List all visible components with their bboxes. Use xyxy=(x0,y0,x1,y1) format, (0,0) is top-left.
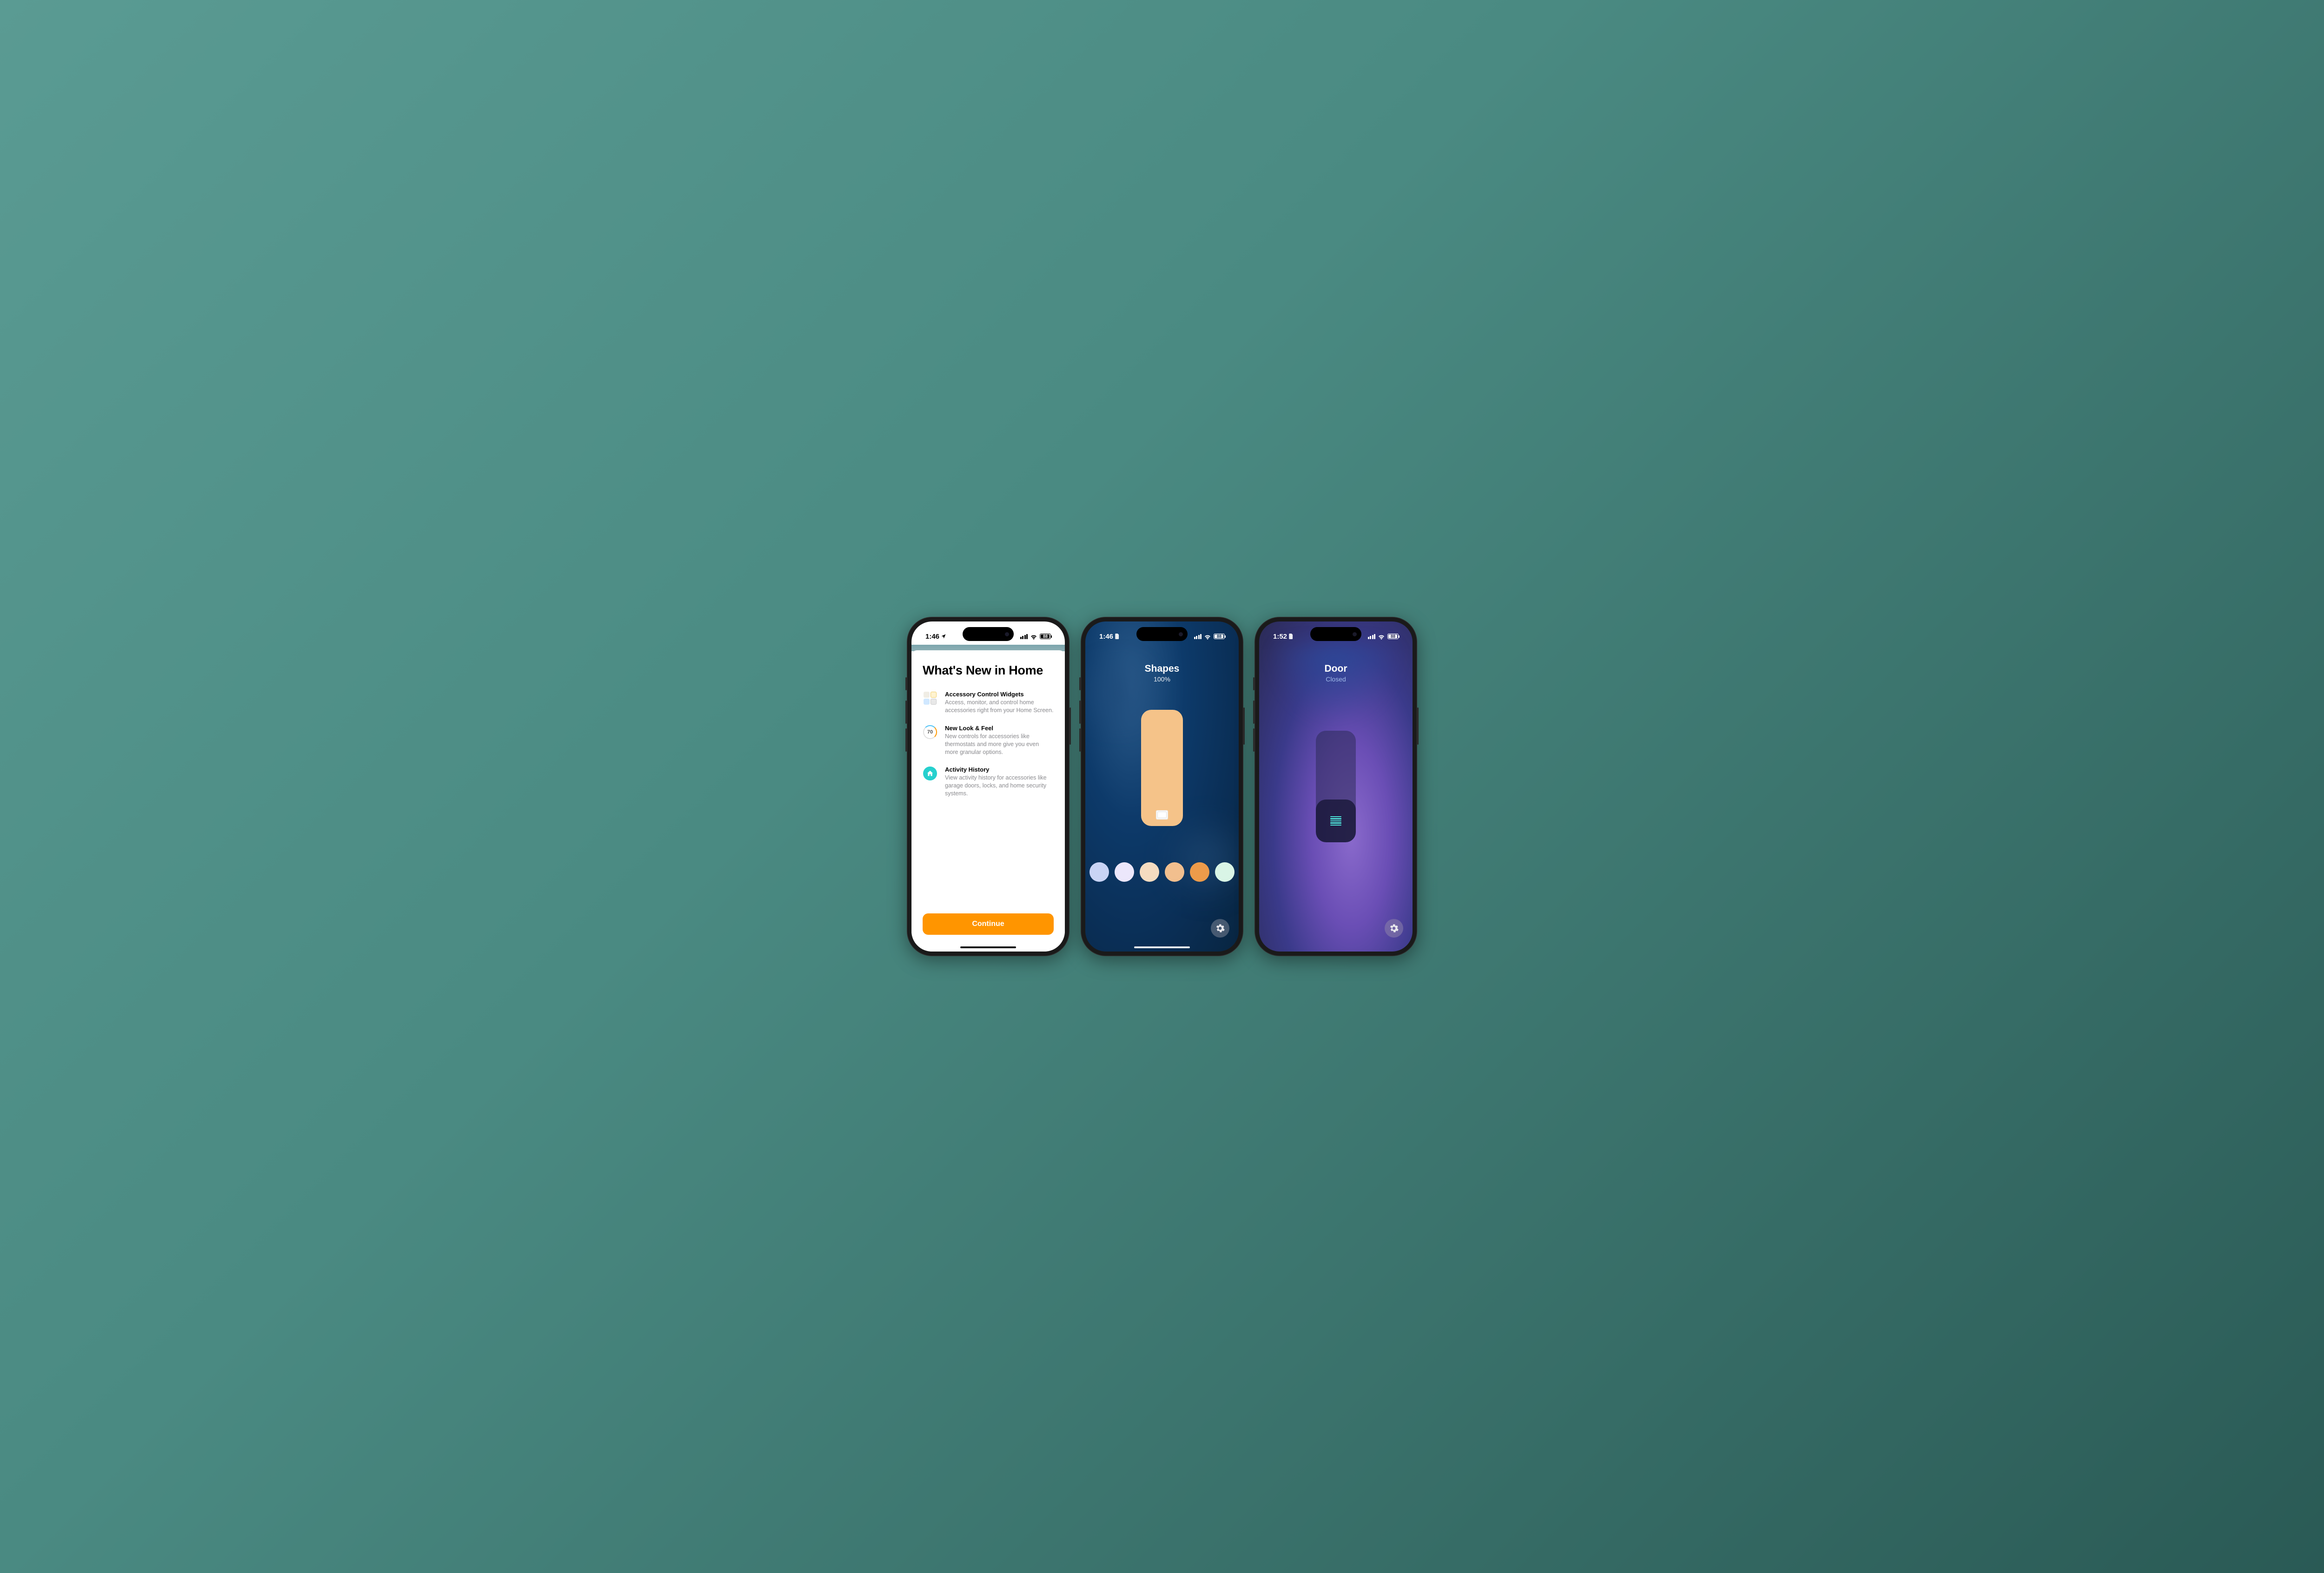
phone-whats-new: 1:46 88 What's New in Home Access xyxy=(907,617,1070,956)
accessory-name: Door xyxy=(1259,663,1413,674)
home-activity-icon xyxy=(923,767,937,780)
brightness-slider[interactable] xyxy=(1141,710,1183,826)
feature-desc: New controls for accessories like thermo… xyxy=(945,733,1054,756)
status-time: 1:46 xyxy=(925,633,939,641)
thermostat-icon: 70 xyxy=(923,725,937,739)
accessory-header: Shapes 100% xyxy=(1085,663,1239,683)
phone-door-control: 1:52 88 Door Closed xyxy=(1254,617,1417,956)
status-time: 1:46 xyxy=(1099,633,1113,641)
feature-desc: View activity history for accessories li… xyxy=(945,774,1054,798)
location-icon xyxy=(941,634,946,639)
color-swatch-row xyxy=(1085,862,1239,882)
dynamic-island xyxy=(963,627,1014,641)
accessory-state: Closed xyxy=(1259,675,1413,683)
wifi-icon xyxy=(1378,634,1385,639)
feature-title: New Look & Feel xyxy=(945,725,1054,732)
home-indicator[interactable] xyxy=(1134,946,1190,948)
wifi-icon xyxy=(1204,634,1211,639)
feature-look-feel: 70 New Look & Feel New controls for acce… xyxy=(923,725,1054,756)
feature-activity: Activity History View activity history f… xyxy=(923,766,1054,798)
dynamic-island xyxy=(1136,627,1188,641)
color-swatch[interactable] xyxy=(1115,862,1134,882)
cellular-icon xyxy=(1368,634,1376,639)
door-slider[interactable] xyxy=(1316,731,1356,842)
status-time: 1:52 xyxy=(1273,633,1287,641)
color-swatch[interactable] xyxy=(1215,862,1235,882)
phone-light-control: 1:46 88 Shapes 100% xyxy=(1081,617,1243,956)
cellular-icon xyxy=(1194,634,1202,639)
sim-icon xyxy=(1288,634,1294,639)
continue-button[interactable]: Continue xyxy=(923,913,1054,935)
color-swatch[interactable] xyxy=(1140,862,1159,882)
gear-icon xyxy=(1389,924,1399,933)
feature-title: Activity History xyxy=(945,766,1054,773)
color-swatch[interactable] xyxy=(1165,862,1184,882)
cellular-icon xyxy=(1020,634,1028,639)
light-icon xyxy=(1156,810,1168,820)
gear-icon xyxy=(1215,924,1225,933)
color-swatch[interactable] xyxy=(1089,862,1109,882)
page-title: What's New in Home xyxy=(923,663,1054,678)
door-slider-knob[interactable] xyxy=(1316,800,1356,842)
settings-button[interactable] xyxy=(1211,919,1229,938)
color-swatch[interactable] xyxy=(1190,862,1209,882)
widgets-icon xyxy=(924,692,937,705)
feature-desc: Access, monitor, and control home access… xyxy=(945,699,1054,714)
accessory-header: Door Closed xyxy=(1259,663,1413,683)
feature-title: Accessory Control Widgets xyxy=(945,691,1054,698)
sim-icon xyxy=(1115,634,1120,639)
home-indicator[interactable] xyxy=(960,946,1016,948)
garage-door-icon xyxy=(1330,816,1341,826)
onboarding-sheet: What's New in Home Accessory Control Wid… xyxy=(911,650,1065,952)
feature-widgets: Accessory Control Widgets Access, monito… xyxy=(923,691,1054,714)
battery-icon: 88 xyxy=(1040,634,1051,639)
wifi-icon xyxy=(1030,634,1037,639)
accessory-name: Shapes xyxy=(1085,663,1239,674)
brightness-value: 100% xyxy=(1085,675,1239,683)
settings-button[interactable] xyxy=(1385,919,1403,938)
dynamic-island xyxy=(1310,627,1361,641)
